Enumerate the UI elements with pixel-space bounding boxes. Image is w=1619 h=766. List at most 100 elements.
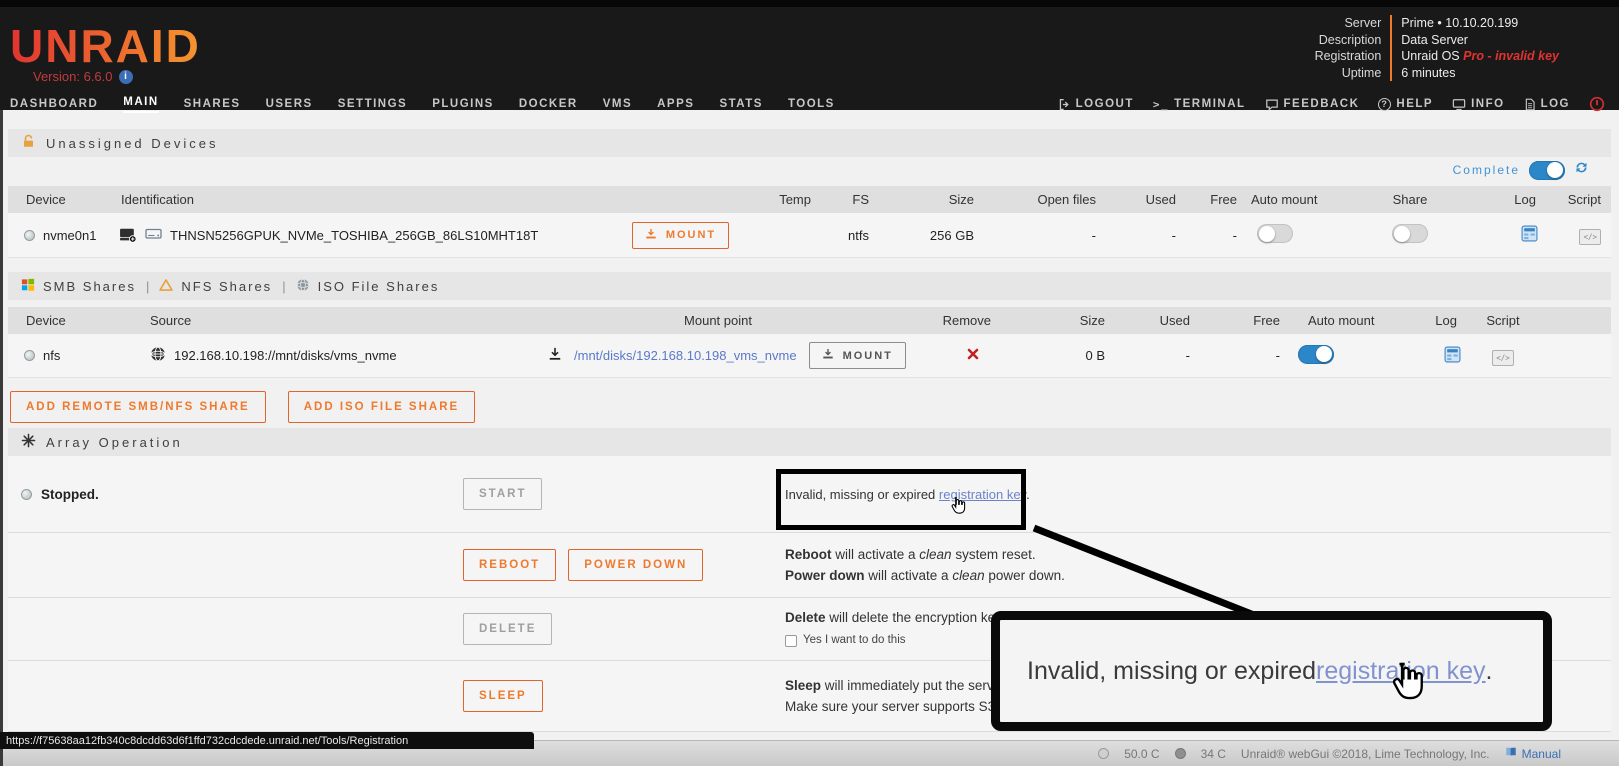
col-script: Script: [1548, 192, 1601, 207]
log-document-icon: [1524, 98, 1536, 111]
alert-notification-icon[interactable]: [1589, 96, 1605, 112]
mount-button[interactable]: MOUNT: [632, 222, 729, 249]
script-icon[interactable]: </>: [1579, 229, 1601, 245]
nav-plugins[interactable]: PLUGINS: [432, 98, 494, 110]
col-source: Source: [138, 313, 538, 328]
share-device-name[interactable]: nfs: [43, 348, 60, 363]
section-unassigned-devices: Unassigned Devices: [8, 129, 1611, 157]
sleep-button[interactable]: SLEEP: [463, 680, 543, 712]
col-share: Share: [1338, 192, 1458, 207]
server-info-value: Data Server: [1390, 32, 1559, 49]
registration-invalid-key: Pro - invalid key: [1463, 49, 1559, 63]
nav-vms[interactable]: VMS: [603, 98, 632, 110]
device-identification[interactable]: THNSN5256GPUK_NVMe_TOSHIBA_256GB_86LS10M…: [170, 228, 538, 243]
nav-settings[interactable]: SETTINGS: [338, 98, 408, 110]
nav-info[interactable]: INFO: [1452, 98, 1504, 111]
col-device: Device: [8, 192, 103, 207]
cell-open-files: -: [978, 228, 1098, 243]
refresh-icon[interactable]: [1574, 160, 1589, 180]
nav-log[interactable]: LOG: [1524, 98, 1570, 111]
nav-logout-label: LOGOUT: [1076, 98, 1134, 110]
logout-icon: [1058, 98, 1071, 111]
server-info-label: Uptime: [1315, 65, 1391, 82]
array-status-dot: [21, 489, 32, 500]
smb-windows-icon: [21, 278, 35, 295]
share-actions: ADD REMOTE SMB/NFS SHARE ADD ISO FILE SH…: [10, 391, 475, 423]
col-mount-point: Mount point: [538, 313, 898, 328]
help-icon: ?: [1378, 98, 1391, 111]
info-monitor-icon: [1452, 98, 1466, 111]
nav-logout[interactable]: LOGOUT: [1058, 98, 1134, 111]
mount-button-label: MOUNT: [666, 229, 716, 241]
unassigned-table-header: Device Identification Temp FS Size Open …: [8, 186, 1611, 213]
delete-confirm-checkbox[interactable]: [785, 635, 797, 647]
mount-point-link[interactable]: /mnt/disks/192.168.10.198_vms_nvme: [574, 348, 797, 363]
share-mount-button[interactable]: MOUNT: [809, 342, 906, 369]
zoom-callout-box: Invalid, missing or expired registration…: [991, 611, 1552, 731]
col-script: Script: [1473, 313, 1533, 328]
log-view-icon[interactable]: [1444, 351, 1461, 366]
server-info-value: 6 minutes: [1390, 65, 1559, 82]
col-log: Log: [1383, 313, 1473, 328]
disk-add-icon[interactable]: [119, 225, 137, 246]
cell-size: 0 B: [993, 348, 1113, 363]
tab-nfs-shares[interactable]: NFS Shares: [159, 278, 272, 295]
complete-toggle[interactable]: [1529, 161, 1565, 180]
temp-dot-icon: [1175, 748, 1186, 759]
version-label: Version: 6.6.0: [33, 69, 113, 84]
tab-iso-shares[interactable]: ISO File Shares: [296, 278, 440, 295]
manual-link[interactable]: Manual: [1505, 746, 1561, 761]
feedback-icon: [1265, 98, 1279, 111]
array-status: Stopped.: [41, 487, 99, 502]
log-view-icon[interactable]: [1521, 230, 1538, 245]
footer-temp2: 34 C: [1201, 747, 1226, 761]
share-mount-button-label: MOUNT: [843, 350, 893, 362]
nfs-triangle-icon: [159, 278, 173, 295]
tab-iso-label: ISO File Shares: [318, 279, 440, 294]
col-identification: Identification: [103, 192, 623, 207]
version-info-icon[interactable]: i: [119, 70, 133, 84]
start-button[interactable]: START: [463, 478, 542, 510]
power-down-button[interactable]: POWER DOWN: [568, 549, 703, 581]
nav-users[interactable]: USERS: [266, 98, 313, 110]
nav-docker[interactable]: DOCKER: [519, 98, 578, 110]
delete-confirm-label: Yes I want to do this: [803, 630, 906, 651]
device-name[interactable]: nvme0n1: [43, 228, 96, 243]
nav-feedback[interactable]: FEEDBACK: [1265, 98, 1360, 111]
add-iso-share-button[interactable]: ADD ISO FILE SHARE: [288, 391, 475, 423]
nfs-share-row: nfs 192.168.10.198://mnt/disks/vms_nvme …: [8, 334, 1611, 378]
nav-tools[interactable]: TOOLS: [788, 98, 835, 110]
section-title: Unassigned Devices: [46, 136, 219, 151]
remove-x-icon[interactable]: [967, 348, 979, 363]
col-free: Free: [1198, 313, 1288, 328]
nav-apps[interactable]: APPS: [657, 98, 694, 110]
nav-main[interactable]: MAIN: [123, 96, 158, 113]
col-size: Size: [873, 192, 978, 207]
share-toggle[interactable]: [1392, 224, 1428, 243]
download-icon: [548, 347, 562, 364]
nav-log-label: LOG: [1541, 98, 1570, 110]
tab-smb-shares[interactable]: SMB Shares: [21, 278, 136, 295]
delete-button[interactable]: DELETE: [463, 613, 552, 645]
add-remote-share-button[interactable]: ADD REMOTE SMB/NFS SHARE: [10, 391, 266, 423]
terminal-icon: >_: [1153, 98, 1169, 111]
col-temp: Temp: [738, 192, 813, 207]
cell-used: -: [1113, 348, 1198, 363]
nav-shares[interactable]: SHARES: [184, 98, 241, 110]
share-source: 192.168.10.198://mnt/disks/vms_nvme: [174, 348, 397, 363]
nav-help[interactable]: ? HELP: [1378, 98, 1433, 111]
mount-icon: [822, 348, 834, 363]
lock-icon: [21, 134, 36, 152]
col-open-files: Open files: [978, 192, 1098, 207]
cell-size: 256 GB: [873, 228, 978, 243]
footer-copyright: Unraid® webGui ©2018, Lime Technology, I…: [1241, 747, 1490, 761]
script-icon[interactable]: </>: [1492, 350, 1514, 366]
auto-mount-toggle[interactable]: [1257, 224, 1293, 243]
share-auto-mount-toggle[interactable]: [1298, 345, 1334, 364]
nav-stats[interactable]: STATS: [719, 98, 763, 110]
nav-dashboard[interactable]: DASHBOARD: [10, 98, 98, 110]
nav-terminal[interactable]: >_ TERMINAL: [1153, 98, 1246, 111]
device-status-dot: [24, 230, 35, 241]
reboot-button[interactable]: REBOOT: [463, 549, 556, 581]
section-title: Array Operation: [46, 435, 183, 450]
